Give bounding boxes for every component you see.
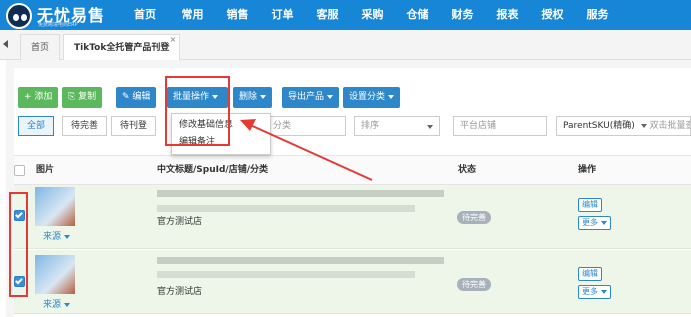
- arrow-left-icon: [240, 119, 373, 181]
